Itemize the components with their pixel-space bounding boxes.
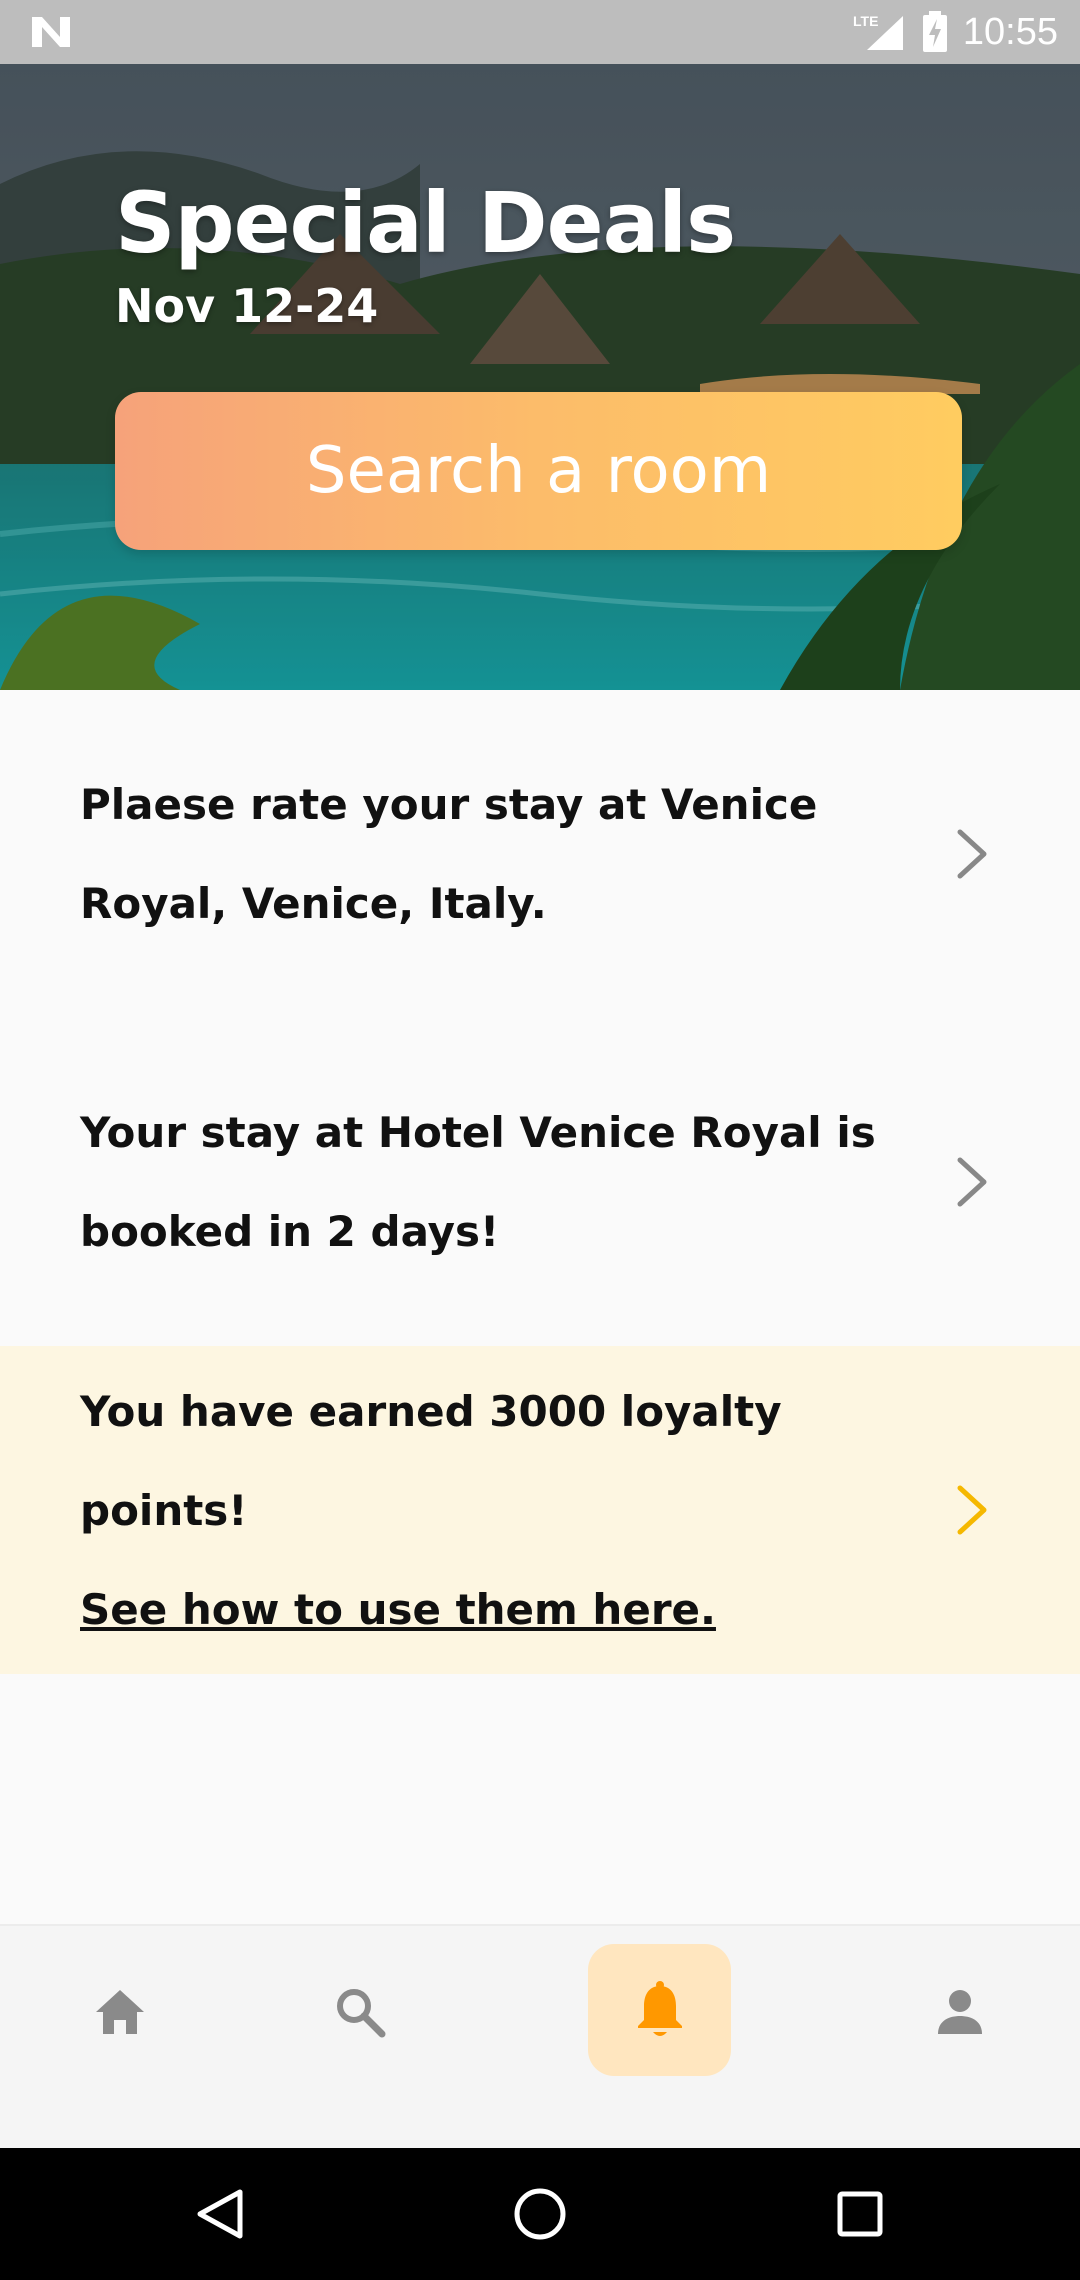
deal-dates: Nov 12-24 bbox=[115, 279, 379, 333]
system-back-button[interactable] bbox=[184, 2178, 256, 2250]
system-recents-button[interactable] bbox=[824, 2178, 896, 2250]
nav-notifications[interactable] bbox=[588, 1944, 731, 2076]
resort-pool-image bbox=[0, 64, 1080, 690]
notification-n-icon bbox=[32, 17, 70, 47]
hero-banner: Special Deals Nov 12-24 Search a room bbox=[0, 64, 1080, 690]
search-icon bbox=[337, 1989, 386, 2038]
notification-item-booking[interactable]: Your stay at Hotel Venice Royal is booke… bbox=[0, 1018, 1080, 1346]
system-nav-bar bbox=[0, 2148, 1080, 2280]
status-bar: LTE 10:55 bbox=[0, 0, 1080, 64]
person-icon bbox=[938, 1990, 982, 2034]
notification-text: You have earned 3000 loyalty points! See… bbox=[80, 1362, 880, 1659]
recents-square-icon bbox=[837, 2191, 883, 2237]
back-triangle-icon bbox=[197, 2189, 243, 2239]
svg-text:LTE: LTE bbox=[853, 13, 878, 29]
clock: 10:55 bbox=[962, 10, 1058, 53]
chevron-right-icon bbox=[957, 1485, 987, 1535]
nav-profile[interactable] bbox=[900, 1946, 1020, 2078]
home-circle-icon bbox=[514, 2188, 566, 2240]
home-icon bbox=[96, 1990, 144, 2034]
search-room-button[interactable]: Search a room bbox=[115, 392, 962, 550]
lte-signal-icon: LTE bbox=[853, 13, 903, 50]
notification-text: Plaese rate your stay at Venice Royal, V… bbox=[80, 780, 818, 928]
system-home-button[interactable] bbox=[504, 2178, 576, 2250]
page-title: Special Deals bbox=[115, 174, 736, 272]
bottom-nav bbox=[0, 1924, 1080, 2148]
nav-search[interactable] bbox=[300, 1946, 420, 2078]
chevron-right-icon bbox=[957, 1157, 987, 1207]
notification-item-loyalty[interactable]: You have earned 3000 loyalty points! See… bbox=[0, 1346, 1080, 1674]
notification-text: Your stay at Hotel Venice Royal is booke… bbox=[80, 1108, 876, 1256]
battery-charging-icon bbox=[922, 11, 947, 52]
notification-item-rate-stay[interactable]: Plaese rate your stay at Venice Royal, V… bbox=[0, 690, 1080, 1018]
bell-icon bbox=[637, 1981, 682, 2036]
nav-home[interactable] bbox=[60, 1946, 180, 2078]
loyalty-link[interactable]: See how to use them here. bbox=[80, 1560, 880, 1659]
chevron-right-icon bbox=[957, 829, 987, 879]
